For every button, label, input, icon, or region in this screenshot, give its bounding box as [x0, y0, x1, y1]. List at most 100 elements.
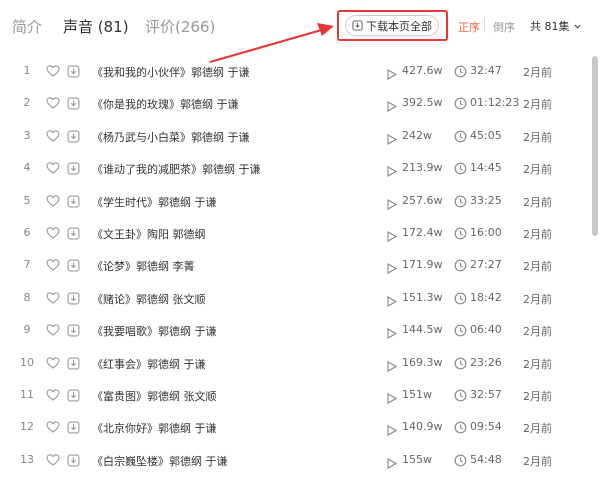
play-count: 140.9w	[402, 420, 443, 434]
download-icon[interactable]	[67, 322, 80, 337]
play-count: 155w	[402, 452, 432, 466]
play-icon	[387, 65, 398, 80]
download-icon[interactable]	[67, 128, 80, 143]
track-row[interactable]: 13 《白宗巍坠楼》郭德纲 于谦 155w 54:48 2月前	[0, 445, 590, 477]
play-count: 151w	[402, 387, 432, 401]
track-title[interactable]: 《学生时代》郭德纲 于谦	[92, 194, 217, 210]
heart-icon[interactable]	[46, 193, 60, 207]
track-row[interactable]: 10 《红事会》郭德纲 于谦 169.3w 23:26 2月前	[0, 348, 590, 380]
track-date: 2月前	[523, 98, 552, 112]
track-title[interactable]: 《北京你好》郭德纲 于谦	[92, 420, 217, 436]
clock-icon	[454, 452, 467, 467]
play-count: 144.5w	[402, 323, 443, 337]
heart-icon[interactable]	[46, 128, 60, 142]
download-icon[interactable]	[67, 225, 80, 240]
download-icon[interactable]	[67, 63, 80, 78]
track-title[interactable]: 《富贵图》郭德纲 张文顺	[92, 388, 217, 404]
download-icon[interactable]	[67, 452, 80, 467]
heart-icon[interactable]	[46, 355, 60, 369]
download-icon[interactable]	[67, 290, 80, 305]
track-row[interactable]: 9 《我要唱歌》郭德纲 于谦 144.5w 06:40 2月前	[0, 315, 590, 347]
track-row[interactable]: 1 《我和我的小伙伴》郭德纲 于谦 427.6w 32:47 2月前	[0, 56, 590, 88]
play-count: 257.6w	[402, 193, 443, 207]
track-index: 13	[20, 452, 34, 466]
heart-icon[interactable]	[46, 452, 60, 466]
play-count: 242w	[402, 128, 432, 142]
track-date: 2月前	[523, 66, 552, 79]
track-row[interactable]: 3 《杨乃武与小白菜》郭德纲 于谦 242w 45:05 2月前	[0, 121, 590, 153]
download-icon[interactable]	[67, 419, 80, 434]
heart-icon[interactable]	[46, 387, 60, 401]
play-icon	[387, 195, 398, 210]
track-title[interactable]: 《白宗巍坠楼》郭德纲 于谦	[92, 453, 228, 469]
download-icon[interactable]	[67, 355, 80, 369]
track-duration: 45:05	[470, 128, 502, 142]
track-title[interactable]: 《红事会》郭德纲 于谦	[92, 356, 206, 372]
track-title[interactable]: 《论梦》郭德纲 李菁	[92, 258, 195, 274]
play-icon	[387, 421, 398, 437]
track-duration: 18:42	[470, 290, 502, 304]
play-count: 169.3w	[402, 355, 443, 369]
download-icon[interactable]	[67, 95, 80, 110]
track-row[interactable]: 4 《谁动了我的减肥茶》郭德纲 于谦 213.9w 14:45 2月前	[0, 153, 590, 185]
track-duration: 32:57	[470, 387, 502, 401]
download-icon[interactable]	[67, 193, 80, 208]
track-date: 2月前	[523, 163, 552, 177]
track-index: 7	[23, 258, 31, 272]
track-title[interactable]: 《我要唱歌》郭德纲 于谦	[92, 323, 217, 339]
heart-icon[interactable]	[46, 225, 60, 239]
clock-icon	[454, 322, 467, 337]
track-title[interactable]: 《文王卦》陶阳 郭德纲	[92, 226, 206, 242]
track-index: 5	[23, 193, 31, 207]
track-date: 2月前	[523, 260, 552, 274]
download-icon[interactable]	[67, 257, 80, 272]
clock-icon	[454, 355, 467, 369]
track-date: 2月前	[523, 292, 552, 306]
track-row[interactable]: 5 《学生时代》郭德纲 于谦 257.6w 33:25 2月前	[0, 186, 590, 218]
clock-icon	[454, 63, 467, 78]
heart-icon[interactable]	[46, 419, 60, 433]
heart-icon[interactable]	[46, 160, 60, 174]
track-date: 2月前	[523, 195, 552, 209]
clock-icon	[454, 95, 467, 110]
clock-icon	[454, 160, 467, 175]
play-icon	[387, 324, 398, 340]
track-title[interactable]: 《我和我的小伙伴》郭德纲 于谦	[92, 64, 250, 80]
play-icon	[387, 389, 398, 404]
track-index: 10	[20, 355, 34, 369]
play-count: 171.9w	[402, 258, 443, 272]
download-icon[interactable]	[67, 160, 80, 175]
heart-icon[interactable]	[46, 322, 60, 336]
track-index: 8	[23, 290, 31, 304]
track-row[interactable]: 2 《你是我的玫瑰》郭德纲 于谦 392.5w 01:12:23 2月前	[0, 88, 590, 120]
track-row[interactable]: 7 《论梦》郭德纲 李菁 171.9w 27:27 2月前	[0, 250, 590, 282]
track-row[interactable]: 6 《文王卦》陶阳 郭德纲 172.4w 16:00 2月前	[0, 218, 590, 250]
track-title[interactable]: 《谁动了我的减肥茶》郭德纲 于谦	[92, 161, 261, 177]
clock-icon	[454, 257, 467, 272]
track-duration: 09:54	[470, 420, 502, 434]
play-icon	[387, 162, 398, 178]
heart-icon[interactable]	[46, 95, 60, 110]
track-duration: 06:40	[470, 323, 502, 337]
track-title[interactable]: 《杨乃武与小白菜》郭德纲 于谦	[92, 129, 250, 145]
heart-icon[interactable]	[46, 290, 60, 304]
track-title[interactable]: 《你是我的玫瑰》郭德纲 于谦	[92, 96, 239, 112]
play-count: 213.9w	[402, 161, 443, 175]
clock-icon	[454, 225, 467, 240]
track-index: 2	[23, 96, 31, 110]
track-row[interactable]: 12 《北京你好》郭德纲 于谦 140.9w 09:54 2月前	[0, 412, 590, 444]
heart-icon[interactable]	[46, 257, 60, 272]
track-row[interactable]: 11 《富贵图》郭德纲 张文顺 151w 32:57 2月前	[0, 380, 590, 412]
download-icon[interactable]	[67, 387, 80, 402]
track-index: 9	[23, 323, 31, 337]
track-title[interactable]: 《赌论》郭德纲 张文顺	[92, 291, 206, 307]
track-index: 6	[23, 225, 31, 239]
track-row[interactable]: 8 《赌论》郭德纲 张文顺 151.3w 18:42 2月前	[0, 283, 590, 315]
scrollbar[interactable]	[592, 56, 598, 236]
clock-icon	[454, 290, 467, 305]
track-index: 3	[23, 128, 31, 142]
play-count: 172.4w	[402, 225, 443, 239]
track-index: 4	[23, 161, 31, 175]
heart-icon[interactable]	[46, 63, 60, 77]
play-icon	[387, 357, 398, 372]
